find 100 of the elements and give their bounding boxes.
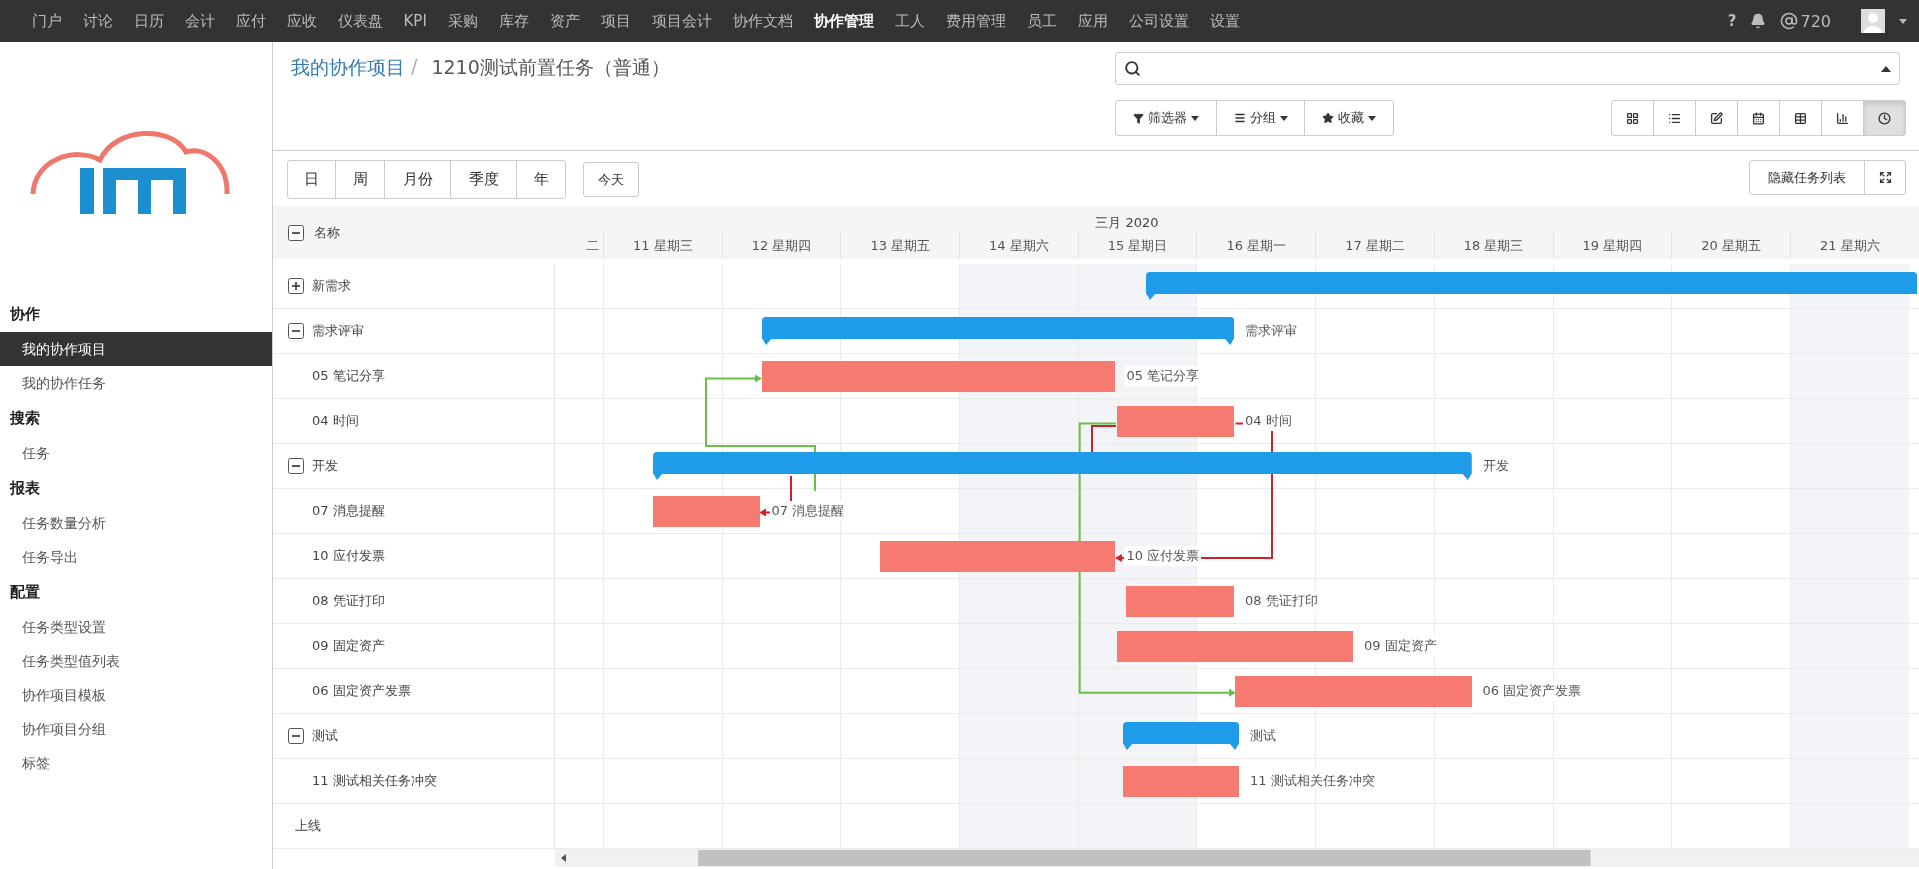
nav-item[interactable]: 协作文档 bbox=[722, 11, 804, 31]
task-name[interactable]: 05 笔记分享 bbox=[312, 367, 385, 385]
table-icon bbox=[1794, 111, 1807, 125]
nav-item[interactable]: 讨论 bbox=[72, 11, 123, 31]
mentions-link[interactable]: 720 bbox=[1780, 11, 1831, 31]
sidebar-item[interactable]: 任务导出 bbox=[0, 540, 272, 574]
caret-icon bbox=[1191, 115, 1199, 121]
nav-item[interactable]: 日历 bbox=[123, 11, 174, 31]
hide-task-list-button[interactable]: 隐藏任务列表 bbox=[1749, 160, 1865, 195]
task-name[interactable]: 测试 bbox=[312, 727, 338, 745]
view-switch-button[interactable] bbox=[1863, 100, 1906, 136]
day-label: 21 星期六 bbox=[1819, 236, 1880, 255]
day-label: 16 星期一 bbox=[1226, 236, 1287, 255]
view-switch-button[interactable] bbox=[1779, 100, 1822, 136]
day-label: 15 星期日 bbox=[1107, 236, 1168, 255]
bell-icon[interactable] bbox=[1750, 13, 1767, 29]
task-name[interactable]: 新需求 bbox=[312, 277, 351, 295]
clock-icon bbox=[1878, 111, 1891, 125]
filter-button[interactable]: 收藏 bbox=[1304, 100, 1394, 136]
task-name[interactable]: 04 时间 bbox=[312, 412, 359, 430]
nav-item[interactable]: KPI bbox=[393, 12, 438, 30]
today-button[interactable]: 今天 bbox=[583, 162, 639, 197]
nav-item[interactable]: 会计 bbox=[174, 11, 225, 31]
scale-button[interactable]: 日 bbox=[287, 160, 336, 199]
sidebar-item[interactable]: 我的协作任务 bbox=[0, 366, 272, 400]
nav-item[interactable]: 员工 bbox=[1016, 11, 1068, 31]
sidebar-item[interactable]: 协作项目模板 bbox=[0, 678, 272, 712]
nav-item[interactable]: 应付 bbox=[225, 11, 276, 31]
sidebar-item[interactable]: 任务类型设置 bbox=[0, 610, 272, 644]
sidebar-item[interactable]: 任务 bbox=[0, 436, 272, 470]
star-icon bbox=[1322, 112, 1334, 124]
task-name[interactable]: 10 应付发票 bbox=[312, 547, 385, 565]
view-switch-button[interactable] bbox=[1695, 100, 1738, 136]
bar-label: 07 消息提醒 bbox=[769, 501, 847, 521]
view-switch-button[interactable] bbox=[1737, 100, 1780, 136]
fullscreen-button[interactable] bbox=[1864, 160, 1906, 195]
nav-item[interactable]: 项目 bbox=[590, 11, 642, 31]
project-bar[interactable] bbox=[1122, 722, 1239, 750]
caret-icon bbox=[1368, 115, 1376, 121]
toggle-button[interactable] bbox=[288, 323, 304, 339]
nav-item[interactable]: 应收 bbox=[276, 11, 327, 31]
task-name[interactable]: 上线 bbox=[295, 817, 321, 835]
scale-button[interactable]: 年 bbox=[516, 160, 566, 199]
scale-button[interactable]: 月份 bbox=[384, 160, 451, 199]
task-name[interactable]: 需求评审 bbox=[312, 322, 364, 340]
day-label: 12 星期四 bbox=[751, 236, 812, 255]
task-name[interactable]: 11 测试相关任务冲突 bbox=[312, 772, 437, 790]
task-name[interactable]: 09 固定资产 bbox=[312, 637, 385, 655]
sidebar-item[interactable]: 我的协作项目 bbox=[0, 332, 272, 366]
filter-button[interactable]: 筛选器 bbox=[1115, 100, 1217, 136]
nav-item[interactable]: 工人 bbox=[884, 11, 936, 31]
bar-label: 09 固定资产 bbox=[1361, 636, 1439, 656]
project-bar[interactable] bbox=[1146, 272, 1917, 300]
sidebar-heading: 搜索 bbox=[9, 408, 41, 429]
nav-item[interactable]: 设置 bbox=[1199, 11, 1251, 31]
nav-item[interactable]: 门户 bbox=[21, 11, 72, 31]
nav-item[interactable]: 费用管理 bbox=[935, 11, 1017, 31]
list-icon bbox=[1668, 111, 1681, 125]
scale-button[interactable]: 季度 bbox=[450, 160, 517, 199]
horizontal-scrollbar[interactable] bbox=[555, 849, 1919, 867]
task-name[interactable]: 开发 bbox=[312, 457, 338, 475]
view-switch-button[interactable] bbox=[1611, 100, 1654, 136]
nav-item[interactable]: 采购 bbox=[437, 11, 489, 31]
bar-label: 04 时间 bbox=[1243, 411, 1294, 431]
filter-button[interactable]: 分组 bbox=[1216, 100, 1305, 136]
toggle-button[interactable] bbox=[288, 224, 304, 241]
task-name[interactable]: 06 固定资产发票 bbox=[312, 682, 411, 700]
caret-icon[interactable] bbox=[1881, 65, 1891, 72]
bar-label: 10 应付发票 bbox=[1124, 546, 1202, 566]
toggle-button[interactable] bbox=[288, 728, 304, 744]
bar-chart-icon bbox=[1836, 111, 1849, 125]
view-switch-button[interactable] bbox=[1821, 100, 1864, 136]
task-name[interactable]: 07 消息提醒 bbox=[312, 502, 385, 520]
day-label: 13 星期五 bbox=[870, 236, 931, 255]
nav-item[interactable]: 协作管理 bbox=[803, 11, 885, 31]
search-field[interactable] bbox=[1115, 52, 1900, 85]
toggle-button[interactable] bbox=[288, 278, 304, 294]
nav-item[interactable]: 应用 bbox=[1067, 11, 1119, 31]
help-link[interactable]: ? bbox=[1727, 12, 1737, 30]
sidebar-item[interactable]: 任务数量分析 bbox=[0, 506, 272, 540]
task-name[interactable]: 08 凭证打印 bbox=[312, 592, 385, 610]
project-bar[interactable] bbox=[761, 317, 1234, 345]
scale-button[interactable]: 周 bbox=[335, 160, 385, 199]
view-switch-button[interactable] bbox=[1653, 100, 1696, 136]
sidebar-item[interactable]: 任务类型值列表 bbox=[0, 644, 272, 678]
nav-item[interactable]: 项目会计 bbox=[641, 11, 723, 31]
nav-item[interactable]: 资产 bbox=[539, 11, 591, 31]
nav-item[interactable]: 仪表盘 bbox=[327, 11, 393, 31]
day-label: 14 星期六 bbox=[989, 236, 1049, 255]
sidebar-heading: 配置 bbox=[9, 582, 41, 603]
sidebar-item[interactable]: 标签 bbox=[0, 746, 272, 780]
nav-item[interactable]: 公司设置 bbox=[1118, 11, 1200, 31]
breadcrumb-link[interactable]: 我的协作项目 bbox=[291, 55, 405, 150]
project-bar[interactable] bbox=[652, 452, 1472, 480]
caret-icon bbox=[1899, 18, 1907, 24]
nav-item[interactable]: 库存 bbox=[488, 11, 540, 31]
toggle-button[interactable] bbox=[288, 458, 304, 474]
kanban-icon bbox=[1626, 111, 1639, 125]
calendar-icon bbox=[1752, 111, 1765, 125]
sidebar-item[interactable]: 协作项目分组 bbox=[0, 712, 272, 746]
